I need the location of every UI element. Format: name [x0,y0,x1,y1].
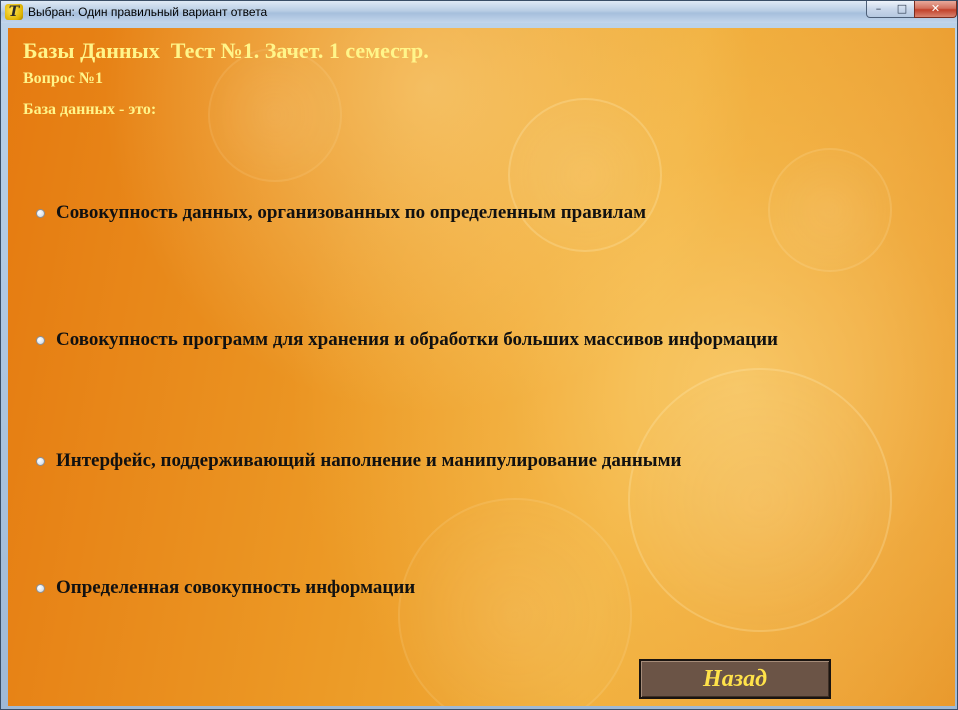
app-icon[interactable]: T [5,4,23,20]
title-bar[interactable]: T Выбран: Один правильный вариант ответа… [1,1,957,23]
answer-option-label[interactable]: Интерфейс, поддерживающий наполнение и м… [56,449,682,473]
answer-option-label[interactable]: Определенная совокупность информации [56,576,415,600]
answer-option-2[interactable]: Совокупность программ для хранения и обр… [36,328,778,352]
background-bubble [628,368,892,632]
question-number: Вопрос №1 [23,70,103,87]
question-text: База данных - это: [23,101,157,118]
background-bubble [208,48,342,182]
answer-option-3[interactable]: Интерфейс, поддерживающий наполнение и м… [36,449,682,473]
test-content-area: Базы Данных Тест №1. Зачет. 1 семестр. В… [8,28,955,706]
radio-button-icon[interactable] [36,583,45,593]
background-bubble [398,498,632,706]
test-heading: Базы Данных Тест №1. Зачет. 1 семестр. [23,38,429,63]
background-bubble [508,98,662,252]
answer-option-1[interactable]: Совокупность данных, организованных по о… [36,201,646,225]
radio-button-icon[interactable] [36,335,45,345]
answer-option-label[interactable]: Совокупность программ для хранения и обр… [56,328,778,352]
maximize-button[interactable]: □ [890,1,915,18]
back-button[interactable]: Назад [639,659,831,699]
close-button[interactable]: ✕ [914,1,957,18]
app-window: T Выбран: Один правильный вариант ответа… [0,0,958,710]
window-title: Выбран: Один правильный вариант ответа [28,5,268,19]
background-bubble [768,148,892,272]
radio-button-icon[interactable] [36,208,45,218]
minimize-button[interactable]: – [866,1,891,18]
answer-option-label[interactable]: Совокупность данных, организованных по о… [56,201,646,225]
answer-option-4[interactable]: Определенная совокупность информации [36,576,415,600]
radio-button-icon[interactable] [36,456,45,466]
